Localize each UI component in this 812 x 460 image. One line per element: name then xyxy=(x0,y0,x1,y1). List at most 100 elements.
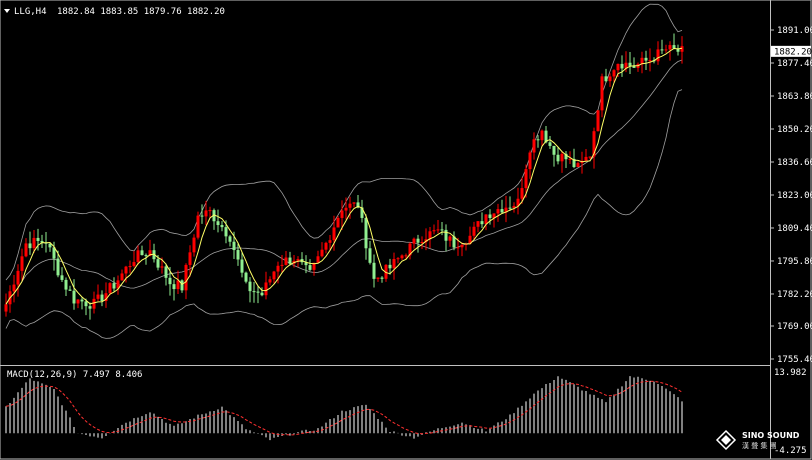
candle-body xyxy=(344,207,348,211)
candle-body xyxy=(28,243,32,249)
candle-body xyxy=(56,258,60,276)
price-tick-label: 1755.40 xyxy=(777,355,812,365)
candle-body xyxy=(436,229,440,231)
candle-body xyxy=(528,152,532,170)
candle-body xyxy=(612,70,616,77)
candle-body xyxy=(224,227,228,237)
price-tick-label: 1850.20 xyxy=(777,125,812,135)
candle-body xyxy=(32,237,36,249)
candle-body xyxy=(120,273,124,281)
price-tick-label: 1823.00 xyxy=(777,191,812,201)
candle-body xyxy=(400,255,404,259)
price-tick-label: 1863.80 xyxy=(777,92,812,102)
candle-body xyxy=(272,271,276,280)
candle-body xyxy=(672,45,676,49)
candle-body xyxy=(364,217,368,249)
candle-body xyxy=(440,229,444,231)
candle-body xyxy=(228,236,232,242)
price-tick-label: 1782.20 xyxy=(777,290,812,300)
symbol-label: LLG,H4 xyxy=(14,7,47,17)
candle-body xyxy=(244,272,248,282)
candle-body xyxy=(220,225,224,228)
candle-body xyxy=(664,49,668,51)
watermark-sub: 漢 聲 集 團 xyxy=(742,441,777,450)
candle-body xyxy=(500,209,504,213)
candle-body xyxy=(160,266,164,268)
candle-body xyxy=(100,294,104,302)
candle-body xyxy=(236,250,240,260)
candle-body xyxy=(556,154,560,162)
candle-body xyxy=(180,280,184,291)
candle-body xyxy=(476,221,480,227)
candle-body xyxy=(268,279,272,283)
candle-body xyxy=(368,248,372,263)
current-price-label: 1882.20 xyxy=(774,47,812,57)
candle-body xyxy=(496,209,500,214)
candle-body xyxy=(376,277,380,279)
candle-body xyxy=(96,294,100,299)
candle-body xyxy=(284,257,288,265)
watermark-brand: SINO SOUND xyxy=(742,431,800,440)
candle-body xyxy=(140,250,144,256)
candle-body xyxy=(532,139,536,153)
candle-body xyxy=(568,158,572,160)
candle-body xyxy=(172,284,176,290)
candle-body xyxy=(460,244,464,248)
candle-body xyxy=(444,229,448,241)
macd-label: MACD(12,26,9) 7.497 8.406 xyxy=(7,370,142,380)
trading-chart[interactable]: LLG,H4 1882.84 1883.85 1879.76 1882.20 1… xyxy=(0,0,812,460)
chart-frame xyxy=(0,0,812,460)
candle-body xyxy=(16,270,20,285)
candle-body xyxy=(316,256,320,263)
candle-body xyxy=(108,283,112,294)
candle-body xyxy=(520,188,524,199)
candle-body xyxy=(92,298,96,309)
candle-body xyxy=(324,242,328,250)
candle-body xyxy=(276,265,280,272)
candle-body xyxy=(60,275,64,280)
candle-body xyxy=(164,266,168,278)
candle-body xyxy=(472,226,476,236)
candle-body xyxy=(660,49,664,51)
candle-body xyxy=(648,60,652,62)
candle-body xyxy=(508,207,512,209)
candle-body xyxy=(308,265,312,270)
ohlc-readout: 1882.84 1883.85 1879.76 1882.20 xyxy=(57,7,225,17)
price-tick-label: 1891.00 xyxy=(777,26,812,36)
candle-body xyxy=(248,281,252,292)
price-tick-label: 1809.40 xyxy=(777,224,812,234)
candle-body xyxy=(668,45,672,50)
candle-body xyxy=(64,279,68,290)
candle-body xyxy=(20,256,24,271)
candle-body xyxy=(548,142,552,146)
candle-body xyxy=(432,230,436,232)
candle-body xyxy=(680,46,684,52)
candle-body xyxy=(644,57,648,61)
price-tick-label: 1877.40 xyxy=(777,59,812,69)
candle-body xyxy=(132,262,136,267)
candle-body xyxy=(128,266,132,268)
candle-body xyxy=(416,238,420,243)
candle-body xyxy=(484,214,488,225)
candle-body xyxy=(288,257,292,264)
candle-body xyxy=(536,139,540,141)
candle-body xyxy=(232,241,236,251)
candle-body xyxy=(80,299,84,302)
candle-body xyxy=(420,242,424,244)
candle-body xyxy=(604,76,608,82)
candle-body xyxy=(216,221,220,226)
candle-body xyxy=(340,210,344,218)
candle-body xyxy=(488,214,492,219)
candle-body xyxy=(352,202,356,204)
candle-body xyxy=(412,238,416,244)
candle-body xyxy=(656,49,660,62)
candle-body xyxy=(84,301,88,307)
candle-body xyxy=(168,277,172,285)
candle-body xyxy=(576,163,580,168)
candle-body xyxy=(200,215,204,217)
candle-body xyxy=(620,63,624,69)
candle-body xyxy=(388,264,392,269)
candle-body xyxy=(196,215,200,238)
candle-body xyxy=(332,227,336,241)
candle-body xyxy=(176,280,180,290)
